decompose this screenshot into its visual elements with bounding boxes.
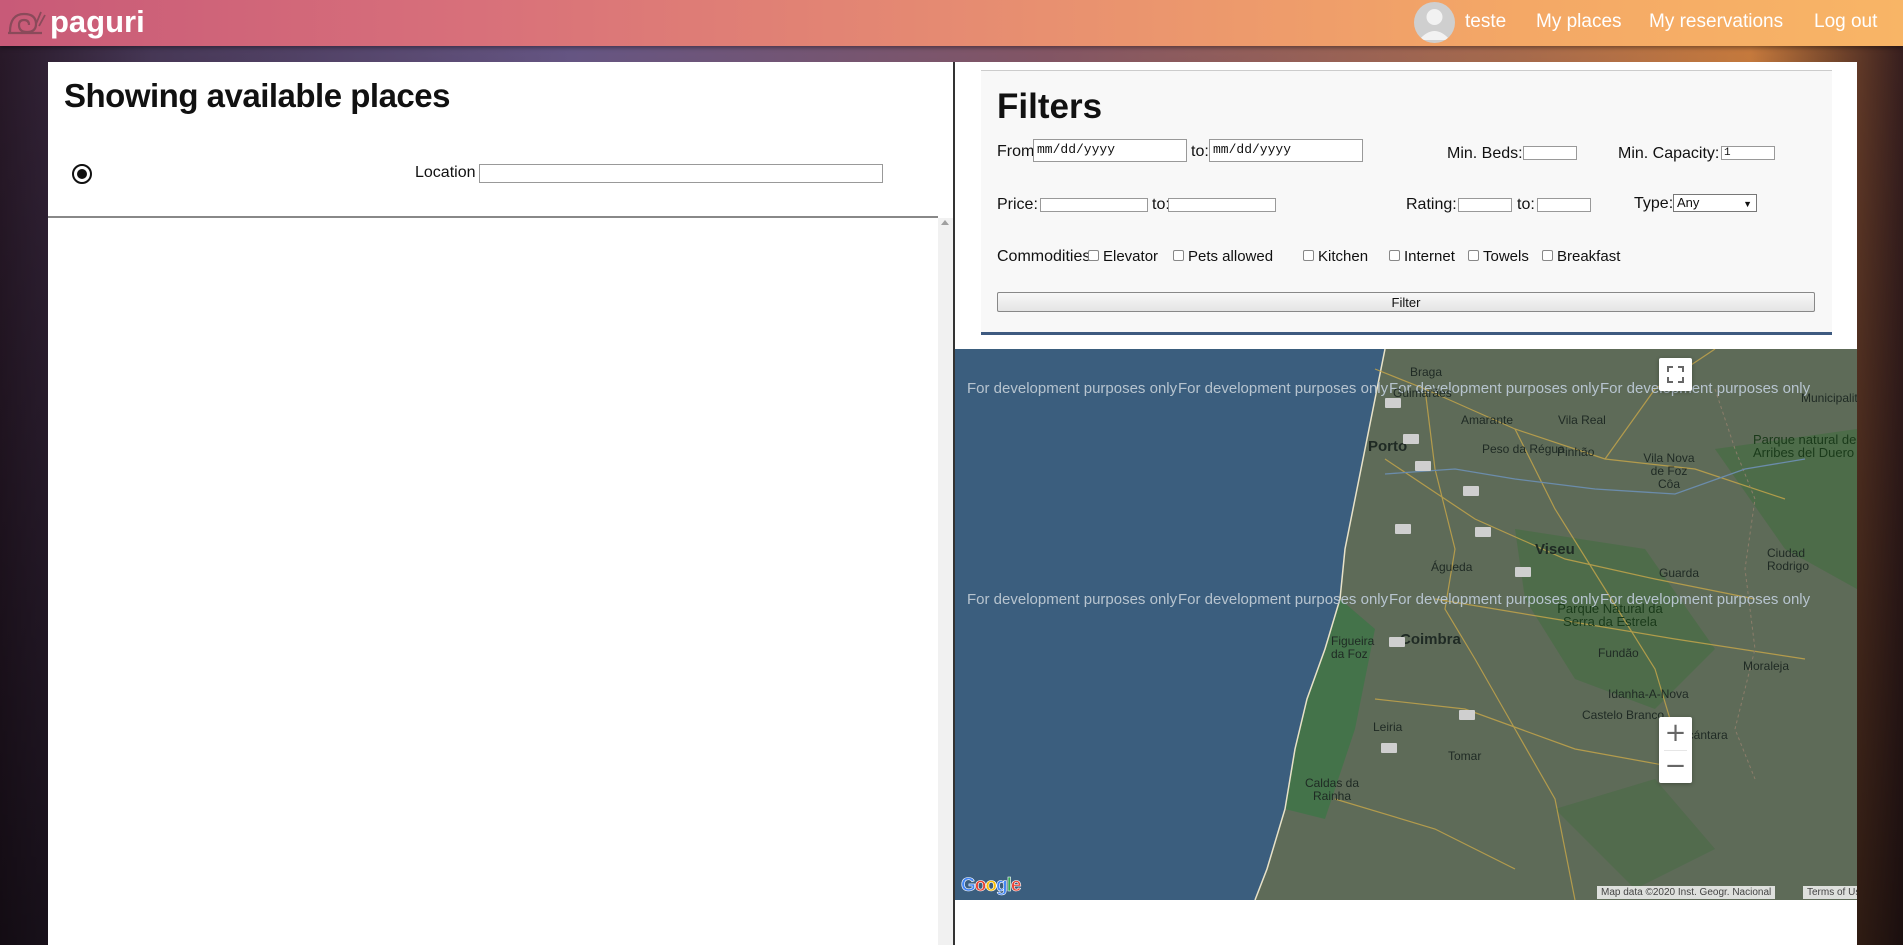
map-label: Pinhão <box>1557 445 1595 459</box>
map-terrain <box>1254 349 1857 900</box>
zoom-control: + − <box>1659 717 1692 783</box>
min-capacity-label: Min. Capacity: <box>1618 145 1720 162</box>
nav-my-places[interactable]: My places <box>1536 10 1622 34</box>
fullscreen-icon <box>1667 366 1684 383</box>
rating-min-input[interactable] <box>1458 198 1512 212</box>
filters-box: Filters From: mm/dd/yyyy to: mm/dd/yyyy … <box>981 70 1832 335</box>
map-label: Peso da Régua <box>1482 442 1565 456</box>
price-max-input[interactable] <box>1168 198 1276 212</box>
terms-of-use-link[interactable]: Terms of Use <box>1803 886 1857 899</box>
type-selected-value: Any <box>1677 195 1700 210</box>
snail-logo-icon[interactable] <box>6 6 46 38</box>
min-beds-input[interactable] <box>1523 146 1577 160</box>
map-label: Vila Real <box>1558 413 1606 427</box>
filters-map-panel: Filters From: mm/dd/yyyy to: mm/dd/yyyy … <box>953 62 1857 945</box>
map-label: Viseu <box>1535 541 1575 558</box>
price-min-input[interactable] <box>1040 198 1148 212</box>
dev-watermark: For development purposes only <box>967 591 1178 608</box>
zoom-in-button[interactable]: + <box>1659 717 1692 750</box>
map-label: Tomar <box>1448 749 1482 763</box>
map-label: Moraleja <box>1743 659 1790 673</box>
map-label: Fundão <box>1598 646 1639 660</box>
map-label: Castelo Branco <box>1582 708 1665 722</box>
fullscreen-button[interactable] <box>1659 358 1692 391</box>
filter-button[interactable]: Filter <box>997 292 1815 312</box>
places-panel: Showing available places Location <box>48 62 953 945</box>
rating-max-input[interactable] <box>1537 198 1591 212</box>
map-label: Guarda <box>1659 566 1700 580</box>
map-attribution: Map data ©2020 Inst. Geogr. Nacional <box>1597 886 1776 899</box>
to-date-input[interactable]: mm/dd/yyyy <box>1209 139 1363 162</box>
brand-name[interactable]: paguri <box>50 2 145 42</box>
kitchen-label: Kitchen <box>1318 248 1369 265</box>
rating-to-label: to: <box>1517 196 1535 213</box>
kitchen-checkbox[interactable] <box>1303 250 1314 261</box>
type-select[interactable]: Any ▼ <box>1673 194 1757 212</box>
price-label: Price: <box>997 196 1038 213</box>
map-label: Figueira da Foz <box>1331 634 1375 661</box>
internet-checkbox[interactable] <box>1389 250 1400 261</box>
username-link[interactable]: teste <box>1465 10 1506 34</box>
min-capacity-input[interactable]: 1 <box>1721 146 1775 160</box>
scroll-up-arrow-icon[interactable] <box>941 220 949 225</box>
zoom-out-button[interactable]: − <box>1659 751 1692 783</box>
internet-label: Internet <box>1404 248 1455 265</box>
pets-allowed-checkbox[interactable] <box>1173 250 1184 261</box>
results-scrollbar[interactable] <box>938 218 953 945</box>
dev-watermark: For development purposes only <box>1178 591 1389 608</box>
map-label: Guimarães <box>1393 386 1452 400</box>
map-label: Caldas da Rainha <box>1304 776 1360 803</box>
map-label: Ciudad Rodrigo <box>1767 546 1810 573</box>
breakfast-checkbox[interactable] <box>1542 250 1553 261</box>
type-label: Type: <box>1634 195 1674 212</box>
map-label: Parque natural de Arribes del Duero <box>1753 432 1857 460</box>
map-label: Leiria <box>1373 720 1403 734</box>
breakfast-label: Breakfast <box>1557 248 1621 265</box>
map-label: Águeda <box>1431 560 1473 574</box>
map-label: Idanha-A-Nova <box>1608 687 1689 701</box>
elevator-label: Elevator <box>1103 248 1159 265</box>
map-label: Municipality <box>1801 391 1857 405</box>
map-label: Coimbra <box>1400 631 1461 648</box>
dropdown-arrow-icon: ▼ <box>1743 199 1752 209</box>
map-label: Braga <box>1410 365 1443 379</box>
nav-my-reservations[interactable]: My reservations <box>1649 10 1783 34</box>
nav-log-out[interactable]: Log out <box>1814 10 1877 34</box>
map-view[interactable]: For development purposes only For develo… <box>955 349 1857 900</box>
places-results-list[interactable] <box>48 218 938 945</box>
towels-label: Towels <box>1483 248 1529 265</box>
pets-allowed-label: Pets allowed <box>1188 248 1274 265</box>
rating-label: Rating: <box>1406 196 1457 213</box>
from-date-input[interactable]: mm/dd/yyyy <box>1033 139 1187 162</box>
location-radio-button[interactable] <box>72 164 92 184</box>
filters-title: Filters <box>997 87 1103 126</box>
map-label: Vila Nova de Foz Côa <box>1643 451 1695 491</box>
dev-watermark: For development purposes only <box>967 380 1178 397</box>
towels-checkbox[interactable] <box>1468 250 1479 261</box>
elevator-checkbox[interactable] <box>1088 250 1099 261</box>
navbar: paguri teste My places My reservations L… <box>0 0 1903 46</box>
google-logo[interactable]: Google <box>961 875 1022 896</box>
map-label: Porto <box>1368 438 1408 455</box>
user-avatar-icon[interactable] <box>1414 2 1455 43</box>
location-input[interactable] <box>479 164 883 183</box>
location-label: Location <box>415 164 476 181</box>
dev-watermark: For development purposes only <box>1178 380 1389 397</box>
page-title: Showing available places <box>64 77 450 114</box>
commodities-label: Commodities: <box>997 248 1095 265</box>
map-label: Parque Natural da Serra da Estrela <box>1557 601 1663 629</box>
map-label: Amarante <box>1461 413 1514 427</box>
min-beds-label: Min. Beds: <box>1447 145 1523 162</box>
to-date-label: to: <box>1191 143 1209 160</box>
